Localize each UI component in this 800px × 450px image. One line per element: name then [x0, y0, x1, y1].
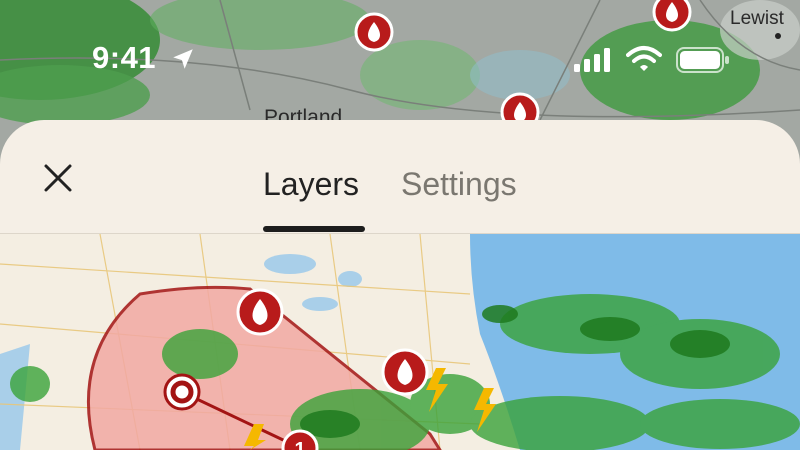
cellular-signal-icon: [574, 48, 610, 72]
storm-center-icon[interactable]: [163, 373, 201, 411]
active-tab-indicator: [263, 226, 365, 232]
storm-number-label: 1: [294, 439, 305, 450]
location-arrow-icon: [173, 49, 193, 69]
layers-sheet: Layers Settings 1: [0, 120, 800, 450]
storm-number-icon[interactable]: 1: [281, 429, 319, 450]
fire-icon[interactable]: [236, 288, 284, 336]
status-time: 9:41: [92, 40, 157, 75]
tab-settings[interactable]: Settings: [401, 166, 517, 203]
close-icon[interactable]: [40, 160, 76, 196]
status-bar: 9:41: [0, 0, 800, 120]
sheet-header: Layers Settings: [0, 120, 800, 234]
tab-layers[interactable]: Layers: [263, 166, 359, 203]
wifi-icon: [626, 46, 662, 71]
battery-icon: [676, 47, 729, 73]
layer-preview-map[interactable]: 1: [0, 234, 800, 450]
fire-icon[interactable]: [381, 348, 429, 396]
